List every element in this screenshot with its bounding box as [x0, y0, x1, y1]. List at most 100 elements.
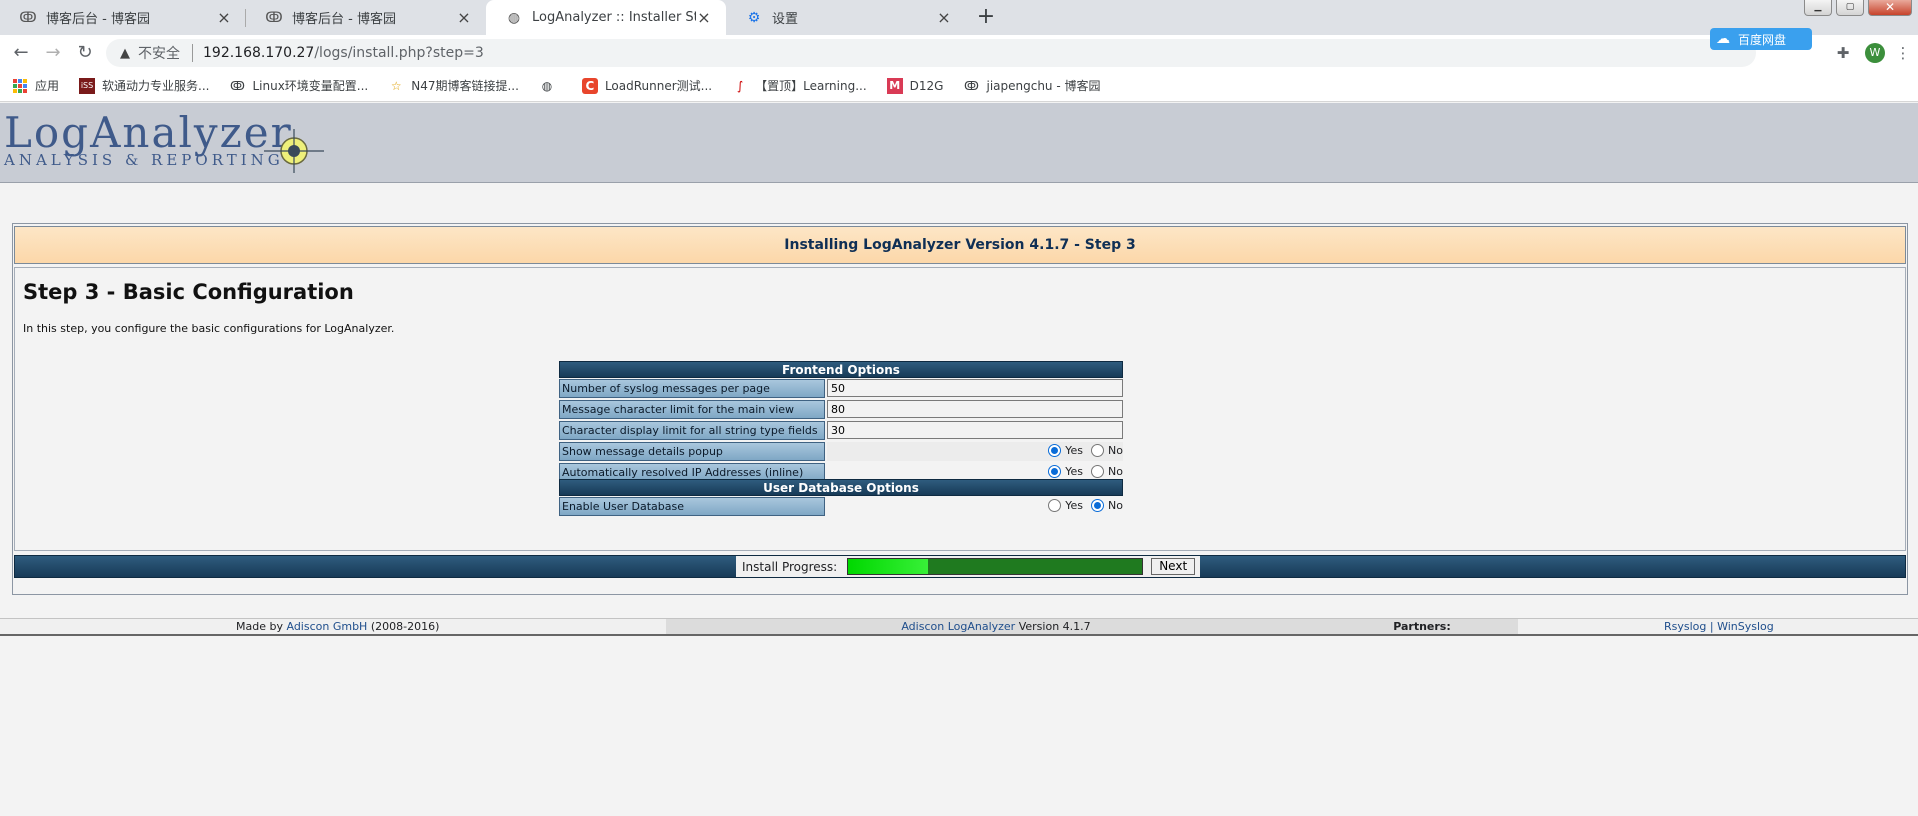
profile-avatar[interactable]: W	[1862, 40, 1888, 66]
bookmark-jiapengchu[interactable]: ↂ jiapengchu - 博客园	[963, 77, 1101, 94]
minimize-button[interactable]: ▁	[1804, 0, 1832, 16]
popup-no-radio[interactable]	[1091, 444, 1105, 457]
menu-icon[interactable]: ⋮	[1890, 40, 1916, 66]
option-label: Message character limit for the main vie…	[559, 400, 825, 419]
option-label: Show message details popup	[559, 442, 825, 461]
tab-title: 设置	[772, 12, 799, 27]
bookmark-label: jiapengchu - 博客园	[986, 79, 1101, 93]
progress-label: Install Progress:	[742, 559, 838, 574]
frontend-options-table: Frontend Options Number of syslog messag…	[559, 361, 1123, 483]
star-icon: ☆	[390, 78, 402, 93]
loganalyzer-logo: LogAnalyzer ANALYSIS & REPORTING	[4, 111, 324, 181]
bookmarks-bar: 应用 iSS 软通动力专业服务... ↂ Linux环境变量配置... ☆ N4…	[0, 70, 1918, 102]
apps-grid-icon	[12, 78, 28, 94]
bookmark-globe[interactable]: ◍	[539, 78, 562, 94]
tab-settings[interactable]: ⚙ 设置 ×	[726, 0, 966, 35]
address-bar[interactable]: ▲ 不安全 192.168.170.27/logs/install.php?st…	[106, 39, 1756, 67]
popup-yes-radio[interactable]	[1048, 444, 1062, 457]
bookmark-learning[interactable]: ∫ 【置顶】Learning...	[732, 77, 867, 94]
messages-per-page-input[interactable]	[827, 379, 1123, 397]
bookmark-n47[interactable]: ☆ N47期博客链接提...	[388, 77, 519, 94]
option-label: Character display limit for all string t…	[559, 421, 825, 440]
rsyslog-link[interactable]: Rsyslog	[1664, 620, 1706, 633]
close-icon[interactable]: ×	[216, 8, 232, 27]
radio-label: Yes	[1065, 465, 1084, 478]
progress-track	[847, 558, 1144, 575]
maximize-button[interactable]: ▢	[1836, 0, 1864, 16]
partner-separator: |	[1709, 620, 1714, 633]
bookmark-isoftstone[interactable]: iSS 软通动力专业服务...	[79, 77, 209, 94]
bookmark-label: 应用	[35, 79, 60, 93]
baidu-cloud-badge[interactable]: ☁ 百度网盘	[1710, 28, 1812, 50]
cloud-icon: ☁	[1716, 31, 1730, 47]
step-heading: Step 3 - Basic Configuration	[23, 280, 354, 304]
page-header: LogAnalyzer ANALYSIS & REPORTING	[0, 103, 1918, 183]
cnblogs-icon: ↂ	[19, 9, 37, 26]
close-icon[interactable]: ×	[456, 8, 472, 27]
bookmark-linux-env[interactable]: ↂ Linux环境变量配置...	[229, 77, 368, 94]
bookmark-apps[interactable]: 应用	[12, 77, 59, 94]
page-footer: Made by Adiscon GmbH (2008-2016) Adiscon…	[0, 618, 1918, 636]
option-value	[827, 379, 1123, 398]
installer-title: Installing LogAnalyzer Version 4.1.7 - S…	[14, 226, 1906, 264]
user-db-no-radio[interactable]	[1091, 499, 1105, 512]
footer-version: Version 4.1.7	[1018, 620, 1091, 633]
option-row: Number of syslog messages per page	[559, 378, 1123, 399]
bookmark-label: 软通动力专业服务...	[102, 79, 210, 93]
footer-partners-label: Partners:	[1326, 619, 1518, 634]
user-db-yes-radio[interactable]	[1048, 499, 1062, 512]
resolve-ip-yes-radio[interactable]	[1048, 465, 1062, 478]
main-view-char-limit-input[interactable]	[827, 400, 1123, 418]
page-content: LogAnalyzer ANALYSIS & REPORTING Install…	[0, 103, 1918, 816]
option-value: Yes No	[827, 442, 1123, 461]
frontend-options-header: Frontend Options	[559, 361, 1123, 378]
cloud-badge-label: 百度网盘	[1738, 32, 1787, 47]
adiscon-link[interactable]: Adiscon GmbH	[286, 620, 367, 633]
csdn-icon: C	[581, 77, 598, 94]
close-icon[interactable]: ×	[696, 8, 712, 27]
resolve-ip-no-radio[interactable]	[1091, 465, 1105, 478]
warning-icon: ▲	[120, 45, 130, 61]
crosshair-icon	[264, 129, 324, 173]
option-row: Character display limit for all string t…	[559, 420, 1123, 441]
globe-icon: ◍	[541, 78, 553, 93]
reload-button[interactable]: ↻	[72, 40, 98, 66]
cnblogs-icon: ↂ	[229, 78, 245, 93]
step-content: Step 3 - Basic Configuration In this ste…	[14, 267, 1906, 551]
forward-button[interactable]: →	[40, 40, 66, 66]
close-icon[interactable]: ×	[936, 8, 952, 27]
tab-blog-admin-1[interactable]: ↂ 博客后台 - 博客园 ×	[0, 0, 246, 35]
user-database-options-table: User Database Options Enable User Databa…	[559, 479, 1123, 517]
back-button[interactable]: ←	[8, 40, 34, 66]
loganalyzer-link[interactable]: Adiscon LogAnalyzer	[901, 620, 1015, 633]
gear-icon: ⚙	[747, 9, 761, 26]
bookmark-loadrunner[interactable]: C LoadRunner测试...	[581, 77, 713, 94]
option-label: Enable User Database	[559, 497, 825, 516]
radio-label: No	[1108, 444, 1123, 457]
string-field-display-limit-input[interactable]	[827, 421, 1123, 439]
next-button[interactable]: Next	[1151, 558, 1196, 575]
winsyslog-link[interactable]: WinSyslog	[1717, 620, 1774, 633]
browser-tabstrip: ↂ 博客后台 - 博客园 × ↂ 博客后台 - 博客园 × ◍ LogAnaly…	[0, 0, 1918, 35]
extensions-icon[interactable]: ✚	[1830, 40, 1856, 66]
radio-label: No	[1108, 499, 1123, 512]
tab-title: 博客后台 - 博客园	[46, 12, 150, 27]
user-db-radio-group: Yes No	[1040, 499, 1123, 512]
option-value	[827, 400, 1123, 419]
window-controls: ▁ ▢ ✕	[1800, 0, 1912, 16]
option-row: Message character limit for the main vie…	[559, 399, 1123, 420]
bookmark-label: LoadRunner测试...	[604, 79, 713, 93]
bookmark-d12g[interactable]: M D12G	[886, 77, 943, 94]
new-tab-button[interactable]: +	[972, 5, 1000, 31]
resolve-ip-radio-group: Yes No	[1040, 465, 1123, 478]
tab-loganalyzer-installer[interactable]: ◍ LogAnalyzer :: Installer Step 3 ×	[486, 0, 726, 35]
url-path: /logs/install.php?step=3	[314, 45, 484, 61]
tab-blog-admin-2[interactable]: ↂ 博客后台 - 博客园 ×	[246, 0, 486, 35]
close-window-button[interactable]: ✕	[1868, 0, 1912, 16]
footer-years: (2008-2016)	[370, 620, 440, 633]
browser-toolbar: ← → ↻ ▲ 不安全 192.168.170.27/logs/install.…	[0, 35, 1918, 70]
url-host: 192.168.170.27	[203, 45, 315, 61]
security-label: 不安全	[138, 46, 180, 62]
progress-fill	[848, 559, 928, 574]
cnblogs-icon: ↂ	[265, 9, 283, 26]
